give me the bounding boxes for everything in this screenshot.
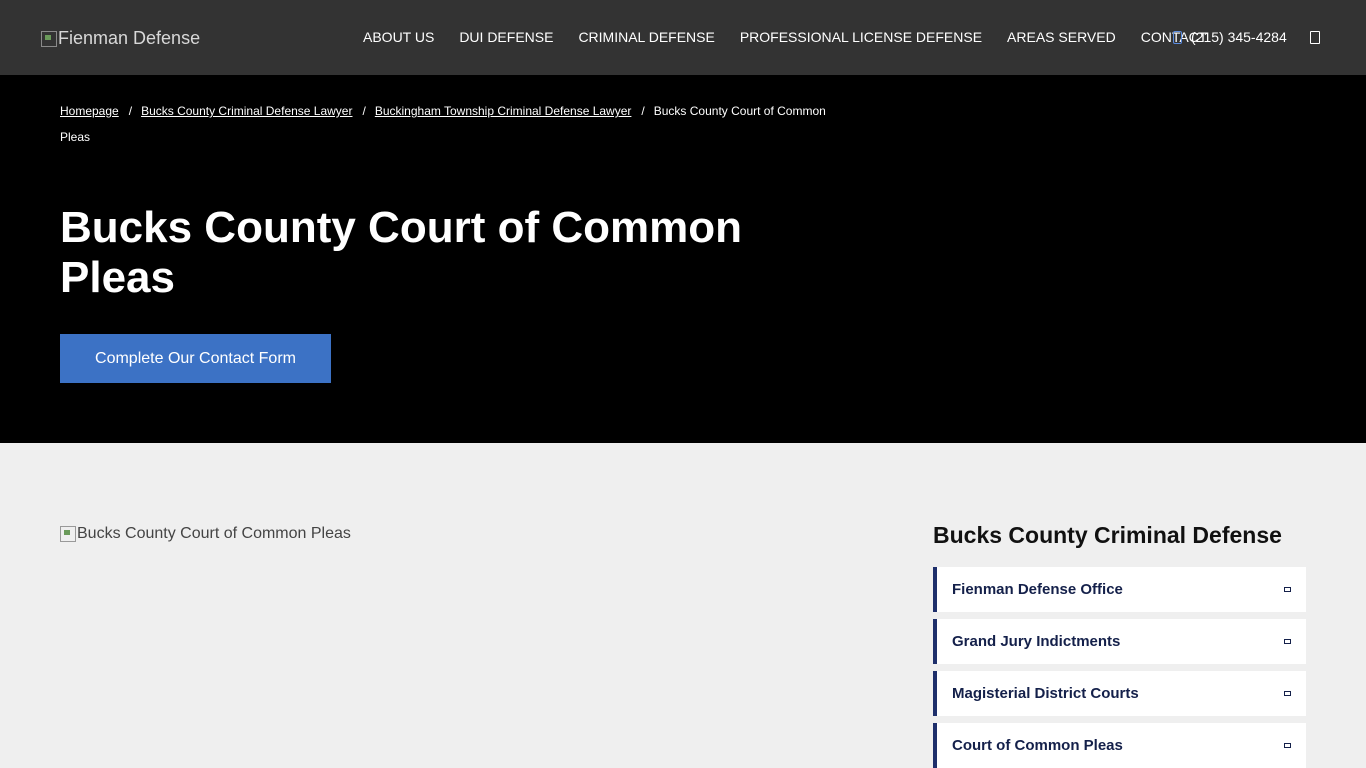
expand-icon[interactable] bbox=[1284, 743, 1291, 748]
breadcrumb-separator: / bbox=[362, 104, 366, 118]
menu-icon[interactable] bbox=[1310, 31, 1320, 44]
expand-icon[interactable] bbox=[1284, 691, 1291, 696]
logo-alt-text: Fienman Defense bbox=[58, 28, 201, 48]
site-logo[interactable]: Fienman Defense bbox=[41, 28, 200, 49]
broken-image-icon bbox=[60, 526, 76, 542]
sidebar-item-court-of-common-pleas[interactable]: Court of Common Pleas bbox=[933, 723, 1306, 768]
hero-section: Homepage / Bucks County Criminal Defense L… bbox=[0, 75, 1366, 443]
nav-professional-license-defense[interactable]: PROFESSIONAL LICENSE DEFENSE bbox=[740, 29, 982, 45]
sidebar-title: Bucks County Criminal Defense bbox=[933, 522, 1282, 548]
sidebar-item-label: Fienman Defense Office bbox=[952, 581, 1123, 598]
phone-link[interactable]: (215) 345-4284 bbox=[1173, 29, 1287, 45]
content-image: Bucks County Court of Common Pleas bbox=[60, 525, 351, 543]
expand-icon[interactable] bbox=[1284, 639, 1291, 644]
main-nav: ABOUT US DUI DEFENSE CRIMINAL DEFENSE PR… bbox=[363, 29, 1207, 45]
breadcrumb-bucks-county[interactable]: Bucks County Criminal Defense Lawyer bbox=[141, 104, 352, 118]
sidebar: Bucks County Criminal Defense Fienman De… bbox=[933, 521, 1306, 768]
contact-form-button[interactable]: Complete Our Contact Form bbox=[60, 334, 331, 383]
breadcrumb-separator: / bbox=[641, 104, 645, 118]
page-title: Bucks County Court of Common Pleas bbox=[60, 203, 742, 302]
phone-icon bbox=[1173, 30, 1182, 44]
sidebar-item-label: Court of Common Pleas bbox=[952, 737, 1123, 754]
nav-about-us[interactable]: ABOUT US bbox=[363, 29, 434, 45]
breadcrumb: Homepage / Bucks County Criminal Defense L… bbox=[60, 98, 850, 150]
expand-icon[interactable] bbox=[1284, 587, 1291, 592]
content-image-alt: Bucks County Court of Common Pleas bbox=[77, 525, 351, 542]
sidebar-item-label: Magisterial District Courts bbox=[952, 685, 1139, 702]
breadcrumb-homepage[interactable]: Homepage bbox=[60, 104, 119, 118]
sidebar-item-grand-jury-indictments[interactable]: Grand Jury Indictments bbox=[933, 619, 1306, 664]
sidebar-item-fienman-defense-office[interactable]: Fienman Defense Office bbox=[933, 567, 1306, 612]
phone-number: (215) 345-4284 bbox=[1191, 29, 1287, 45]
nav-criminal-defense[interactable]: CRIMINAL DEFENSE bbox=[578, 29, 714, 45]
nav-areas-served[interactable]: AREAS SERVED bbox=[1007, 29, 1116, 45]
sidebar-list: Fienman Defense Office Grand Jury Indict… bbox=[933, 567, 1306, 768]
broken-image-icon bbox=[41, 30, 57, 47]
sidebar-item-magisterial-district-courts[interactable]: Magisterial District Courts bbox=[933, 671, 1306, 716]
breadcrumb-buckingham-township[interactable]: Buckingham Township Criminal Defense Law… bbox=[375, 104, 632, 118]
breadcrumb-separator: / bbox=[128, 104, 133, 118]
sidebar-item-label: Grand Jury Indictments bbox=[952, 633, 1121, 650]
nav-dui-defense[interactable]: DUI DEFENSE bbox=[459, 29, 553, 45]
site-header: Fienman Defense ABOUT US DUI DEFENSE CRI… bbox=[0, 0, 1366, 75]
